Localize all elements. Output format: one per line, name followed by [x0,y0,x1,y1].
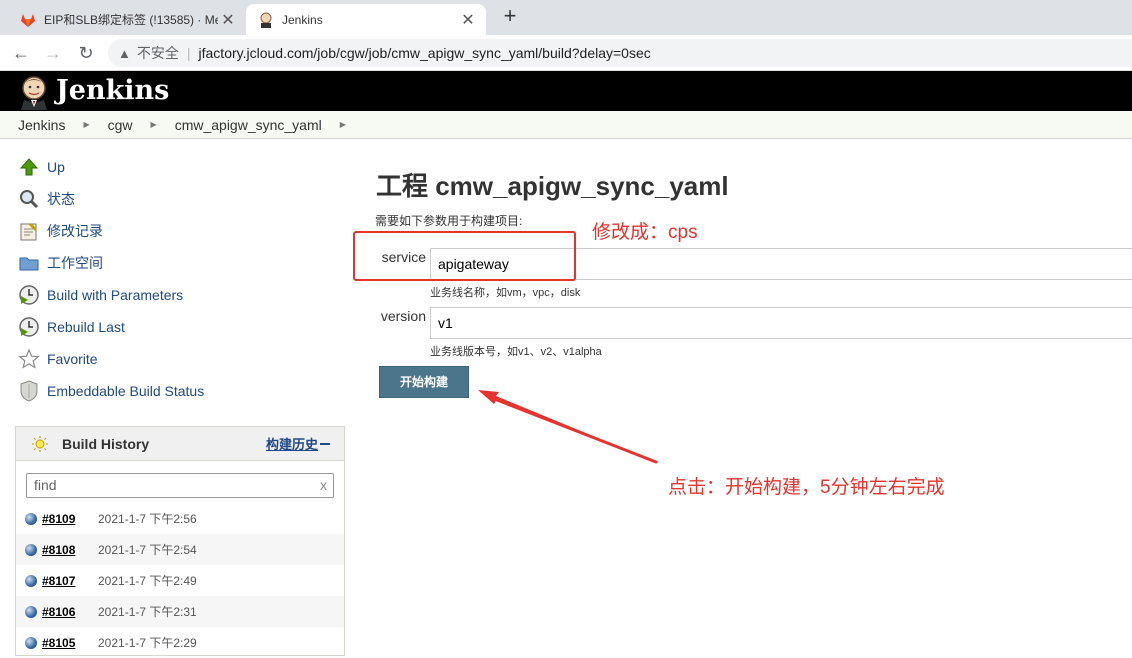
build-row: #8105 2021-1-7 下午2:29 [16,627,344,658]
build-number-link[interactable]: #8109 [42,512,98,526]
search-placeholder: find [34,477,57,493]
blue-ball-status-icon [25,605,37,618]
up-arrow-icon [18,156,40,178]
browser-tab-title: Jenkins [282,12,323,27]
new-tab-button[interactable]: + [498,5,522,29]
build-history-panel: Build History 构建历史 find x #8109 2021-1-7… [15,426,345,656]
sidebar-item-label: Up [47,159,65,175]
clock-play-icon [18,284,40,306]
breadcrumb: Jenkins ▶ cgw ▶ cmw_apigw_sync_yaml ▶ [0,111,1132,139]
sidebar-item-workspace[interactable]: 工作空间 [18,251,103,275]
sidebar-item-label: 修改记录 [47,223,103,239]
clear-icon[interactable]: x [320,474,327,497]
build-number-link[interactable]: #8107 [42,574,98,588]
breadcrumb-chevron-icon[interactable]: ▶ [340,120,346,129]
jenkins-title[interactable]: Jenkins [56,75,169,106]
forward-arrow-icon[interactable]: → [42,42,64,64]
build-number-link[interactable]: #8105 [42,636,98,650]
build-history-search-input[interactable]: find x [26,473,334,498]
close-icon[interactable]: ✕ [218,10,238,30]
build-date: 2021-1-7 下午2:31 [98,605,197,619]
sidebar-item-label: Rebuild Last [47,319,125,335]
start-build-button[interactable]: 开始构建 [379,366,469,398]
build-history-header: Build History 构建历史 [16,427,344,461]
browser-toolbar: ← → ↻ ▲ 不安全 | jfactory.jcloud.com/job/cg… [0,35,1132,71]
breadcrumb-chevron-icon[interactable]: ▶ [83,120,89,129]
clock-play-icon [18,316,40,338]
browser-tab-title: EIP和SLB绑定标签 (!13585) · Me [44,13,218,27]
back-arrow-icon[interactable]: ← [10,42,32,64]
reload-icon[interactable]: ↻ [75,42,97,64]
sidebar-item-favorite[interactable]: Favorite [18,347,98,371]
sidebar-item-label: Embeddable Build Status [47,383,205,399]
breadcrumb-job[interactable]: cmw_apigw_sync_yaml [175,117,322,133]
folder-icon [18,252,40,274]
build-number-link[interactable]: #8106 [42,605,98,619]
sidebar-item-changes[interactable]: 修改记录 [18,219,103,243]
highlight-box [353,231,576,281]
address-bar[interactable]: ▲ 不安全 | jfactory.jcloud.com/job/cgw/job/… [108,39,1132,67]
blue-ball-status-icon [25,574,37,587]
close-icon[interactable]: ✕ [458,10,478,30]
param-label-version: version [380,308,426,324]
blue-ball-status-icon [25,543,37,556]
build-number-link[interactable]: #8108 [42,543,98,557]
browser-tab-bar: EIP和SLB绑定标签 (!13585) · Me ✕ Jenkins ✕ + [0,0,1132,35]
jenkins-logo-icon[interactable] [16,74,52,110]
annotation-change-note: 修改成：cps [592,222,698,243]
version-input[interactable]: v1 [430,307,1132,339]
jenkins-favicon-icon [260,12,272,28]
sidebar-item-embeddable-build-status[interactable]: Embeddable Build Status [18,379,204,403]
build-history-title: Build History [62,435,150,452]
sidebar-item-label: Build with Parameters [47,287,184,303]
param-help-service: 业务线名称，如vm，vpc，disk [430,287,581,299]
sidebar-item-up[interactable]: Up [18,155,65,179]
annotation-click-note: 点击：开始构建，5分钟左右完成 [668,477,945,498]
notepad-icon [18,220,40,242]
sidebar-item-label: Favorite [47,351,98,367]
param-help-version: 业务线版本号，如v1、v2、v1alpha [430,346,602,358]
sun-weather-icon [32,435,48,452]
star-icon [18,348,40,370]
build-row: #8109 2021-1-7 下午2:56 [16,503,344,534]
build-history-trend-link[interactable]: 构建历史 [266,434,318,453]
shield-icon [18,380,40,402]
browser-tab-jenkins[interactable]: Jenkins ✕ [246,4,486,35]
sidebar-item-label: 状态 [47,191,75,207]
sidebar-item-label: 工作空间 [47,255,103,271]
build-row: #8106 2021-1-7 下午2:31 [16,596,344,627]
gitlab-icon [21,13,35,27]
build-date: 2021-1-7 下午2:29 [98,636,197,650]
build-date: 2021-1-7 下午2:56 [98,512,197,526]
breadcrumb-chevron-icon[interactable]: ▶ [151,120,157,129]
sidebar-item-build-with-parameters[interactable]: Build with Parameters [18,283,183,307]
breadcrumb-cgw[interactable]: cgw [108,117,133,133]
build-date: 2021-1-7 下午2:49 [98,574,197,588]
sidebar-item-status[interactable]: 状态 [18,187,75,211]
build-row: #8107 2021-1-7 下午2:49 [16,565,344,596]
breadcrumb-jenkins[interactable]: Jenkins [18,117,65,133]
browser-tab-gitlab[interactable]: EIP和SLB绑定标签 (!13585) · Me ✕ [8,4,247,35]
blue-ball-status-icon [25,512,37,525]
jenkins-header: Jenkins [0,71,1132,111]
magnifier-icon [18,188,40,210]
collapse-icon[interactable] [320,443,330,445]
warning-icon: ▲ [118,45,131,61]
parameters-description: 需要如下参数用于构建项目: [375,214,523,228]
build-row: #8108 2021-1-7 下午2:54 [16,534,344,565]
insecure-label: 不安全 [136,45,179,61]
page-title: 工程 cmw_apigw_sync_yaml [376,171,729,201]
build-date: 2021-1-7 下午2:54 [98,543,197,557]
url-text: jfactory.jcloud.com/job/cgw/job/cmw_apig… [198,45,651,61]
sidebar-item-rebuild-last[interactable]: Rebuild Last [18,315,125,339]
blue-ball-status-icon [25,636,37,649]
